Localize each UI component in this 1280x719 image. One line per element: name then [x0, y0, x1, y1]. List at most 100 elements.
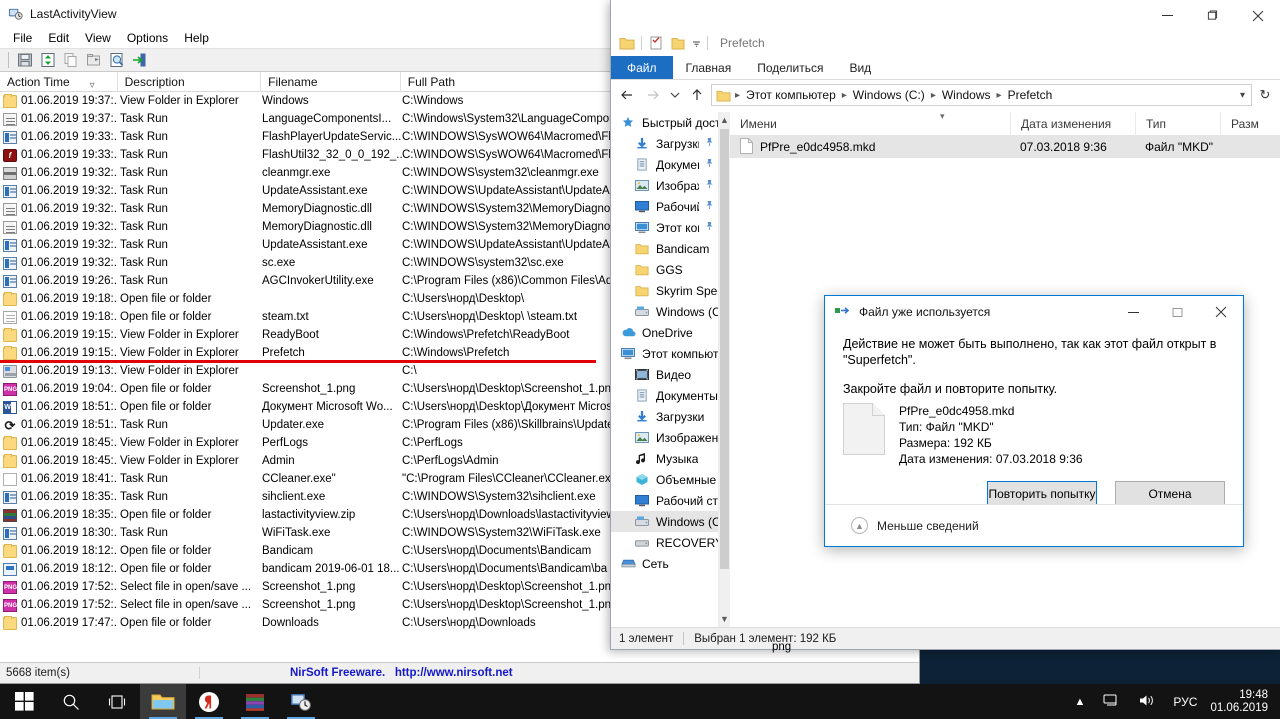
find-icon[interactable] [107, 50, 127, 70]
language-indicator[interactable]: РУС [1164, 695, 1206, 709]
search-icon[interactable] [48, 684, 94, 719]
volume-icon[interactable] [1129, 693, 1164, 711]
column-filename[interactable]: Filename [261, 71, 401, 92]
tree-item-10[interactable]: OneDrive [611, 322, 718, 343]
refresh-icon[interactable] [38, 50, 58, 70]
breadcrumb-windows[interactable]: Windows [939, 88, 994, 102]
tree-item-9[interactable]: Windows (C:) [611, 301, 718, 322]
breadcrumb-windows-c[interactable]: Windows (C:) [850, 88, 928, 102]
address-dropdown-icon[interactable]: ▾ [1240, 90, 1251, 101]
close-button[interactable] [1235, 1, 1280, 30]
minimize-button[interactable] [1145, 1, 1190, 30]
forward-button[interactable] [641, 83, 665, 107]
dialog-close-button[interactable] [1199, 297, 1243, 328]
tab-view[interactable]: Вид [836, 56, 884, 79]
scroll-down-icon[interactable]: ▼ [719, 611, 730, 627]
column-size[interactable]: Разм [1220, 111, 1280, 136]
column-description[interactable]: Description [118, 71, 262, 92]
tree-item-0[interactable]: Быстрый доступ [611, 112, 718, 133]
winrar-icon[interactable] [232, 684, 278, 719]
tree-item-4[interactable]: Рабочий стол [611, 196, 718, 217]
properties-icon[interactable] [648, 36, 664, 50]
tab-share[interactable]: Поделиться [744, 56, 836, 79]
new-folder-icon[interactable] [670, 36, 686, 50]
tree-item-20[interactable]: RECOVERY (D:) [611, 532, 718, 553]
properties-icon [84, 50, 104, 70]
menu-help[interactable]: Help [177, 30, 216, 46]
recent-locations-caret-icon[interactable] [667, 83, 683, 107]
tree-item-19[interactable]: Windows (C:) [611, 511, 718, 532]
tree-item-12[interactable]: Видео [611, 364, 718, 385]
refresh-icon[interactable]: ↻ [1254, 84, 1276, 106]
tree-item-14[interactable]: Загрузки [611, 406, 718, 427]
cell-desc: Task Run [120, 491, 168, 503]
dialog-message-secondary: Закройте файл и повторите попытку. [843, 382, 1058, 396]
chevron-up-icon[interactable]: ▲ [851, 517, 868, 534]
file-rows[interactable]: PfPre_e0dc4958.mkd 07.03.2018 9:36 Файл "M… [730, 136, 1280, 158]
tree-item-1[interactable]: Загрузки [611, 133, 718, 154]
menu-options[interactable]: Options [120, 30, 175, 46]
tree-item-17[interactable]: Объемные объек [611, 469, 718, 490]
task-view-icon[interactable] [94, 684, 140, 719]
address-bar[interactable]: ▸ Этот компьютер ▸ Windows (C:) ▸ Window… [711, 84, 1252, 106]
tree-item-21[interactable]: Сеть [611, 553, 718, 574]
cell-file: lastactivityview.zip [262, 509, 356, 521]
tab-home[interactable]: Главная [673, 56, 745, 79]
breadcrumb-separator-2: ▸ [930, 89, 936, 101]
pin-icon[interactable] [705, 200, 714, 213]
tree-item-3[interactable]: Изображения [611, 175, 718, 196]
clock[interactable]: 19:48 01.06.2019 [1206, 689, 1280, 715]
yandex-browser-icon[interactable] [186, 684, 232, 719]
tree-item-13[interactable]: Документы [611, 385, 718, 406]
tree-item-11[interactable]: Этот компьютер [611, 343, 718, 364]
menu-edit[interactable]: Edit [41, 30, 76, 46]
navigation-pane-scrollbar[interactable]: ▲ ▼ [717, 112, 730, 627]
retry-button[interactable]: Повторить попытку [987, 481, 1097, 506]
pin-icon[interactable] [705, 158, 714, 171]
exit-icon[interactable] [130, 50, 150, 70]
less-details-link[interactable]: Меньше сведений [877, 519, 979, 533]
column-type[interactable]: Тип [1135, 111, 1220, 136]
file-explorer-icon[interactable] [140, 684, 186, 719]
tree-item-8[interactable]: Skyrim Special Edit [611, 280, 718, 301]
dialog-minimize-button[interactable] [1111, 297, 1155, 328]
nirsoft-link[interactable]: http://www.nirsoft.net [395, 667, 513, 679]
column-name[interactable]: Имени [730, 112, 1010, 136]
file-column-header[interactable]: Имени Дата изменения Тип Разм ▾ [730, 111, 1280, 136]
tree-item-7[interactable]: GGS [611, 259, 718, 280]
back-button[interactable] [615, 83, 639, 107]
tree-item-label: Bandicam [656, 241, 710, 256]
scroll-up-icon[interactable]: ▲ [719, 112, 730, 128]
column-date-modified[interactable]: Дата изменения [1010, 111, 1135, 136]
folder-icon[interactable] [619, 36, 635, 50]
pin-icon[interactable] [705, 221, 714, 234]
tree-item-15[interactable]: Изображения [611, 427, 718, 448]
pin-icon[interactable] [705, 179, 714, 192]
dialog-maximize-button[interactable] [1155, 297, 1199, 328]
breadcrumb-prefetch[interactable]: Prefetch [1005, 88, 1056, 102]
save-icon[interactable] [15, 50, 35, 70]
customize-caret-icon[interactable] [692, 36, 701, 50]
tab-file[interactable]: Файл [611, 56, 673, 79]
maximize-button[interactable] [1190, 1, 1235, 30]
column-action-time[interactable]: Action Time ▿ [0, 71, 118, 92]
show-hidden-icons[interactable]: ▲ [1066, 696, 1095, 708]
lastactivityview-icon[interactable] [278, 684, 324, 719]
tree-item-2[interactable]: Документы [611, 154, 718, 175]
up-button[interactable] [685, 83, 709, 107]
breadcrumb-this-pc[interactable]: Этот компьютер [743, 88, 839, 102]
explorer-ribbon-tabs[interactable]: Файл Главная Поделиться Вид [611, 56, 1280, 80]
menu-file[interactable]: File [6, 30, 39, 46]
network-icon[interactable] [1094, 693, 1129, 711]
scrollbar-thumb[interactable] [719, 129, 729, 569]
navigation-pane[interactable]: Быстрый доступ Загрузки Документы Изображен… [611, 112, 718, 627]
tree-item-18[interactable]: Рабочий стол [611, 490, 718, 511]
windows-start-icon[interactable] [0, 684, 48, 719]
cancel-button[interactable]: Отмена [1115, 481, 1225, 506]
pin-icon[interactable] [705, 137, 714, 150]
tree-item-6[interactable]: Bandicam [611, 238, 718, 259]
tree-item-5[interactable]: Этот компьюте [611, 217, 718, 238]
menu-view[interactable]: View [78, 30, 118, 46]
file-row[interactable]: PfPre_e0dc4958.mkd 07.03.2018 9:36 Файл "M… [730, 136, 1280, 158]
tree-item-16[interactable]: Музыка [611, 448, 718, 469]
